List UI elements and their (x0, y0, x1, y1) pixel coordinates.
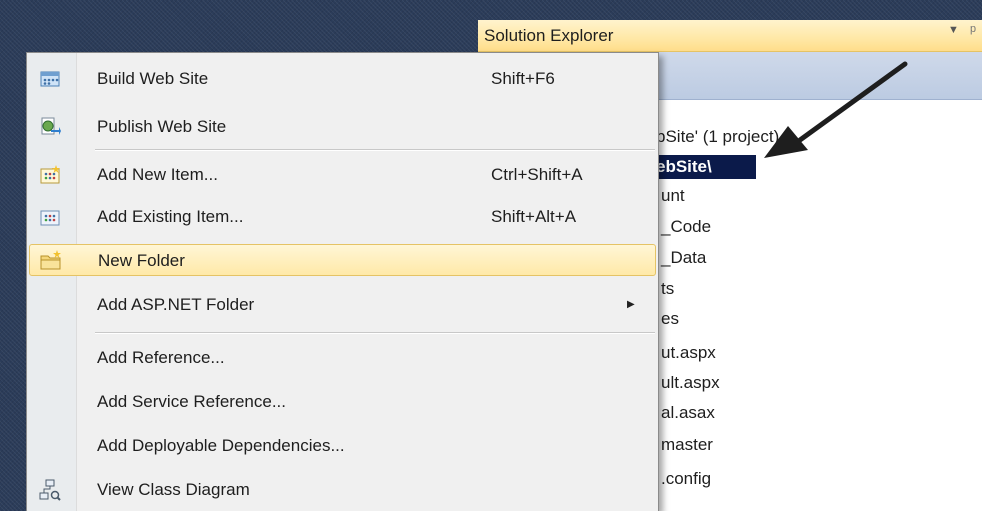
menu-item-publish-web-site[interactable]: Publish Web Site (29, 111, 656, 143)
tree-node-label: ebSite\ (656, 157, 712, 176)
menu-item-label: Add ASP.NET Folder (97, 295, 255, 314)
menu-item-label: Add Reference... (97, 348, 225, 367)
menu-item-shortcut: Shift+F6 (491, 69, 555, 88)
context-menu: Build Web Site Shift+F6 Publish Web Site… (26, 52, 659, 511)
build-web-site-icon (39, 68, 61, 90)
menu-item-add-service-reference[interactable]: Add Service Reference... (29, 386, 656, 418)
menu-item-label: Add Service Reference... (97, 392, 286, 411)
menu-item-add-new-item[interactable]: Add New Item... Ctrl+Shift+A (29, 159, 656, 191)
tree-item-label: es (661, 309, 679, 328)
add-new-item-icon (39, 164, 61, 186)
tree-item-label: unt (661, 186, 685, 205)
tree-item-label: _Code (661, 217, 712, 236)
tree-item-label: ut.aspx (661, 343, 716, 362)
menu-item-label: View Class Diagram (97, 480, 250, 499)
tree-item-label: ts (661, 279, 675, 298)
tree-item-label: master (661, 435, 713, 454)
add-existing-item-icon (39, 206, 61, 228)
menu-item-label: Add New Item... (97, 165, 218, 184)
tree-item-label: .config (661, 469, 712, 488)
menu-item-label: Build Web Site (97, 69, 209, 88)
menu-item-build-web-site[interactable]: Build Web Site Shift+F6 (29, 63, 656, 95)
menu-item-label: Add Deployable Dependencies... (97, 436, 345, 455)
menu-item-label: New Folder (98, 251, 185, 270)
tree-item-label: _Data (661, 248, 707, 267)
tree-node-label: bSite' (1 project) (656, 127, 780, 146)
menu-item-shortcut: Shift+Alt+A (491, 207, 577, 226)
menu-item-add-deployable-dependencies[interactable]: Add Deployable Dependencies... (29, 430, 656, 462)
menu-separator (95, 332, 655, 334)
submenu-arrow-icon: ▶ (627, 299, 635, 310)
tree-project-node-selected[interactable]: ebSite\ (656, 155, 756, 179)
menu-item-view-class-diagram[interactable]: View Class Diagram (29, 474, 656, 506)
solution-explorer-titlebar: Solution Explorer ▼ ᵖ (478, 20, 982, 52)
menu-item-new-folder[interactable]: New Folder (29, 244, 656, 276)
pin-icon[interactable]: ᵖ (970, 23, 976, 41)
menu-separator (95, 149, 655, 151)
tree-item-label: al.asax (661, 403, 715, 422)
new-folder-icon (40, 250, 62, 272)
menu-item-add-existing-item[interactable]: Add Existing Item... Shift+Alt+A (29, 201, 656, 233)
window-position-dropdown-icon[interactable]: ▼ (948, 24, 959, 36)
menu-item-add-reference[interactable]: Add Reference... (29, 342, 656, 374)
menu-item-add-aspnet-folder[interactable]: Add ASP.NET Folder ▶ (29, 289, 656, 321)
menu-item-shortcut: Ctrl+Shift+A (491, 165, 583, 184)
menu-item-label: Add Existing Item... (97, 207, 244, 226)
solution-explorer-title: Solution Explorer (484, 26, 614, 45)
tree-item-label: ult.aspx (661, 373, 720, 392)
publish-web-site-icon (39, 116, 61, 138)
class-diagram-icon (39, 479, 61, 501)
menu-item-label: Publish Web Site (97, 117, 227, 136)
